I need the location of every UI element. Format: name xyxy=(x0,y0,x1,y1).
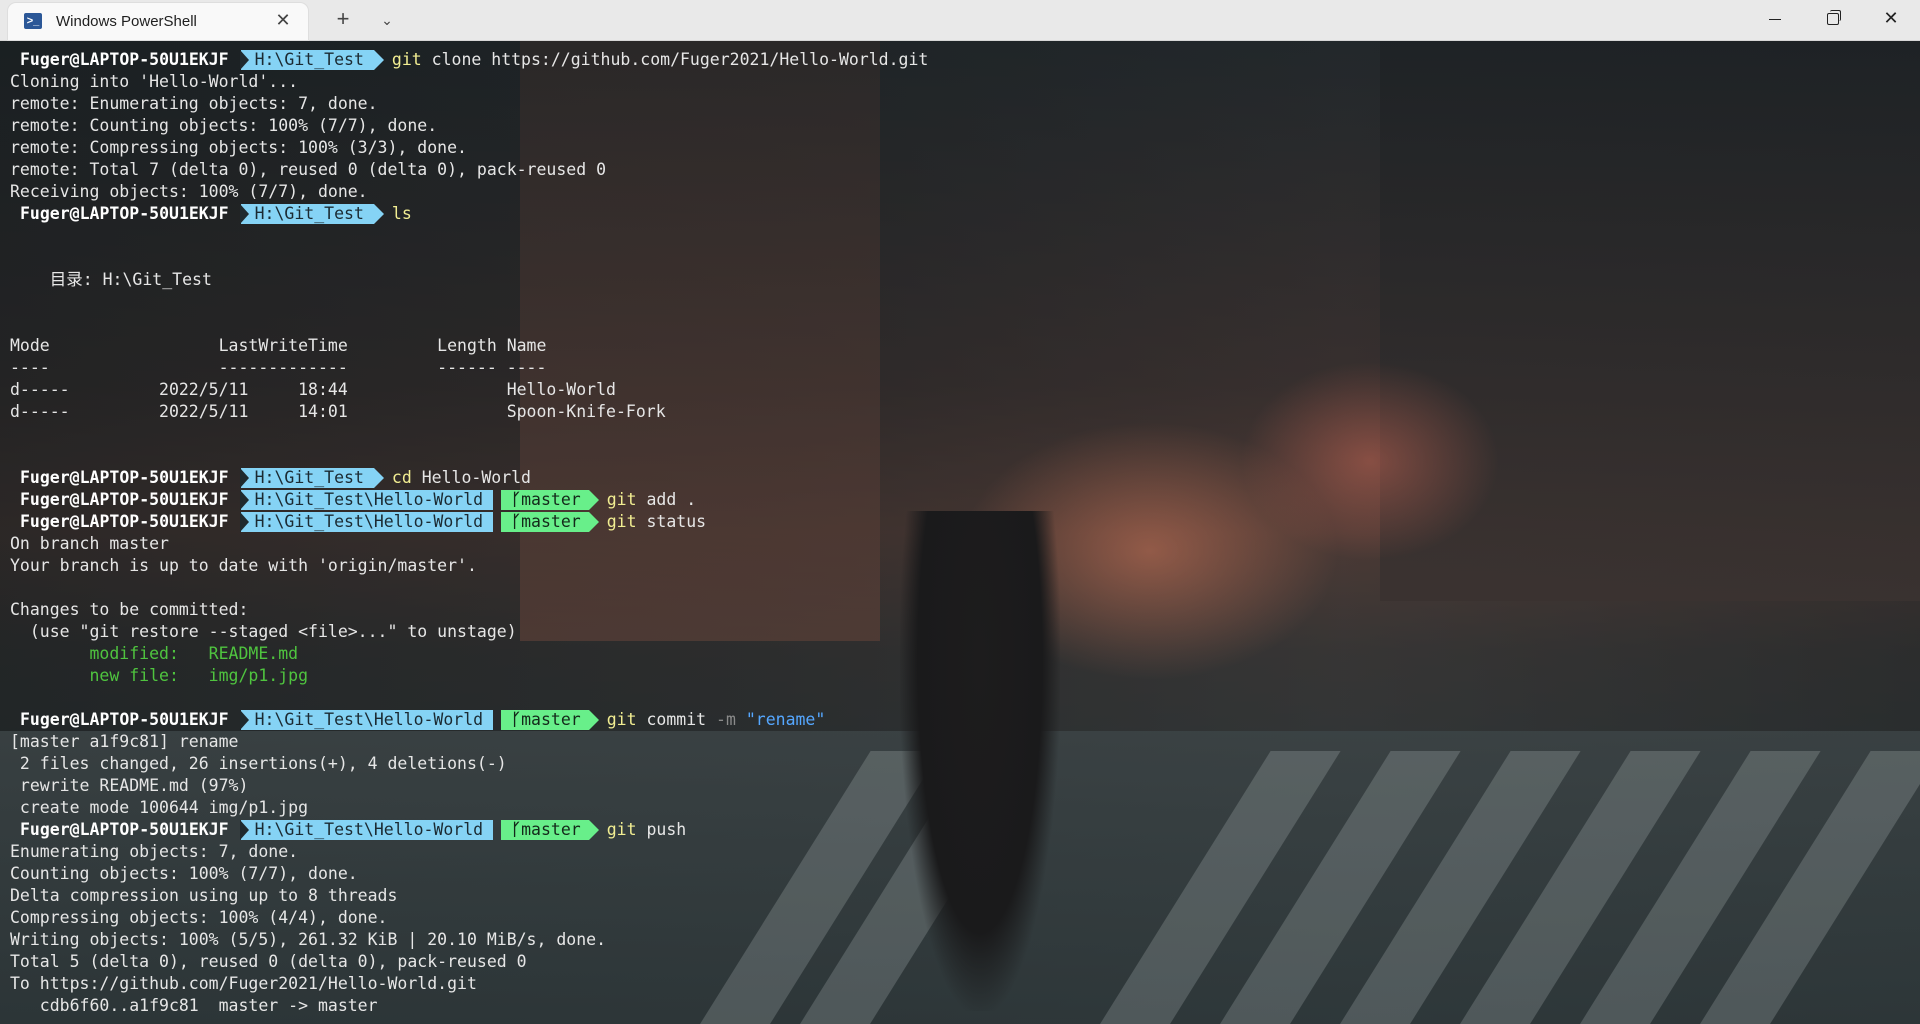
close-window-button[interactable]: ✕ xyxy=(1863,0,1919,38)
powershell-icon: >_ xyxy=(24,13,42,29)
command-flag: -m xyxy=(716,710,736,729)
close-tab-icon[interactable]: ✕ xyxy=(272,9,294,31)
output-line: remote: Counting objects: 100% (7/7), do… xyxy=(10,116,438,135)
git-branch-icon: ᚴ xyxy=(511,512,522,531)
tab-powershell[interactable]: >_ Windows PowerShell ✕ xyxy=(8,3,308,40)
prompt-user: Fuger@LAPTOP-50U1EKJF xyxy=(20,490,229,509)
output-line: Writing objects: 100% (5/5), 261.32 KiB … xyxy=(10,930,607,949)
output-line: remote: Enumerating objects: 7, done. xyxy=(10,94,378,113)
command: cd xyxy=(391,468,412,487)
branch-name: master xyxy=(521,820,581,839)
output-line: Cloning into 'Hello-World'... xyxy=(10,72,299,91)
git-branch-icon: ᚴ xyxy=(511,490,522,509)
branch-name: master xyxy=(521,512,581,531)
prompt-path: H:\Git_Test\Hello-World xyxy=(239,512,494,532)
prompt-user: Fuger@LAPTOP-50U1EKJF xyxy=(20,468,229,487)
branch-name: master xyxy=(521,490,581,509)
output-line: On branch master xyxy=(10,534,169,553)
prompt-line: Fuger@LAPTOP-50U1EKJF H:\Git_Test\Hello-… xyxy=(10,819,1920,841)
output-line: Changes to be committed: xyxy=(10,600,249,619)
output-line: Compressing objects: 100% (4/4), done. xyxy=(10,908,388,927)
directory-header: 目录: H:\Git_Test xyxy=(10,270,212,289)
prompt-user: Fuger@LAPTOP-50U1EKJF xyxy=(20,820,229,839)
output-line: cdb6f60..a1f9c81 master -> master xyxy=(10,996,378,1015)
command: git xyxy=(606,490,637,509)
prompt-line: Fuger@LAPTOP-50U1EKJF H:\Git_Test ls xyxy=(10,203,1920,225)
prompt-user: Fuger@LAPTOP-50U1EKJF xyxy=(20,710,229,729)
command-args: commit xyxy=(646,710,707,729)
output-line: Total 5 (delta 0), reused 0 (delta 0), p… xyxy=(10,952,527,971)
prompt-user: Fuger@LAPTOP-50U1EKJF xyxy=(20,50,229,69)
tab-title: Windows PowerShell xyxy=(56,13,197,30)
maximize-button[interactable] xyxy=(1805,0,1861,38)
prompt-branch: ᚴmaster xyxy=(501,710,599,730)
prompt-path: H:\Git_Test xyxy=(239,468,385,488)
prompt-branch: ᚴmaster xyxy=(501,820,599,840)
minimize-button[interactable] xyxy=(1747,0,1803,38)
terminal-output: Fuger@LAPTOP-50U1EKJF H:\Git_Test git cl… xyxy=(10,49,1920,1017)
prompt-branch: ᚴmaster xyxy=(501,490,599,510)
output-line: remote: Compressing objects: 100% (3/3),… xyxy=(10,138,467,157)
prompt-line: Fuger@LAPTOP-50U1EKJF H:\Git_Test\Hello-… xyxy=(10,489,1920,511)
output-line: create mode 100644 img/p1.jpg xyxy=(10,798,309,817)
command: git xyxy=(606,710,637,729)
command-args: status xyxy=(646,512,707,531)
commit-message: "rename" xyxy=(745,710,826,729)
output-line: 2 files changed, 26 insertions(+), 4 del… xyxy=(10,754,507,773)
output-line: Counting objects: 100% (7/7), done. xyxy=(10,864,358,883)
output-line: To https://github.com/Fuger2021/Hello-Wo… xyxy=(10,974,477,993)
command: git xyxy=(606,512,637,531)
prompt-line: Fuger@LAPTOP-50U1EKJF H:\Git_Test\Hello-… xyxy=(10,511,1920,533)
command-args: push xyxy=(646,820,687,839)
table-row: d----- 2022/5/11 14:01 Spoon-Knife-Fork xyxy=(10,402,666,421)
command-args: Hello-World xyxy=(421,468,531,487)
prompt-branch: ᚴmaster xyxy=(501,512,599,532)
output-line: Enumerating objects: 7, done. xyxy=(10,842,299,861)
git-branch-icon: ᚴ xyxy=(511,820,522,839)
new-tab-button[interactable]: + xyxy=(329,8,357,32)
prompt-line: Fuger@LAPTOP-50U1EKJF H:\Git_Test git cl… xyxy=(10,49,1920,71)
prompt-user: Fuger@LAPTOP-50U1EKJF xyxy=(20,512,229,531)
output-line: Your branch is up to date with 'origin/m… xyxy=(10,556,477,575)
command: ls xyxy=(391,204,412,223)
prompt-path: H:\Git_Test\Hello-World xyxy=(239,820,494,840)
output-line: Delta compression using up to 8 threads xyxy=(10,886,398,905)
output-line: (use "git restore --staged <file>..." to… xyxy=(10,622,517,641)
command: git xyxy=(391,50,422,69)
command-args: add . xyxy=(646,490,697,509)
tab-dropdown-chevron-icon[interactable]: ⌄ xyxy=(374,8,400,32)
prompt-path: H:\Git_Test\Hello-World xyxy=(239,710,494,730)
command-args: clone https://github.com/Fuger2021/Hello… xyxy=(431,50,929,69)
table-rule: ---- ------------- ------ ---- xyxy=(10,358,547,377)
prompt-line: Fuger@LAPTOP-50U1EKJF H:\Git_Test cd Hel… xyxy=(10,467,1920,489)
git-branch-icon: ᚴ xyxy=(511,710,522,729)
output-line: [master a1f9c81] rename xyxy=(10,732,239,751)
title-bar: >_ Windows PowerShell ✕ + ⌄ ✕ xyxy=(0,0,1920,41)
prompt-line: Fuger@LAPTOP-50U1EKJF H:\Git_Test\Hello-… xyxy=(10,709,1920,731)
staged-file: modified: README.md xyxy=(10,644,299,663)
prompt-user: Fuger@LAPTOP-50U1EKJF xyxy=(20,204,229,223)
prompt-path: H:\Git_Test xyxy=(239,204,385,224)
output-line: rewrite README.md (97%) xyxy=(10,776,249,795)
branch-name: master xyxy=(521,710,581,729)
command: git xyxy=(606,820,637,839)
output-line: Receiving objects: 100% (7/7), done. xyxy=(10,182,368,201)
minimize-icon xyxy=(1769,18,1781,20)
table-row: d----- 2022/5/11 18:44 Hello-World xyxy=(10,380,616,399)
prompt-path: H:\Git_Test xyxy=(239,50,385,70)
prompt-path: H:\Git_Test\Hello-World xyxy=(239,490,494,510)
restore-icon xyxy=(1827,10,1841,26)
staged-file: new file: img/p1.jpg xyxy=(10,666,309,685)
table-header: Mode LastWriteTime Length Name xyxy=(10,336,547,355)
terminal-pane[interactable]: Fuger@LAPTOP-50U1EKJF H:\Git_Test git cl… xyxy=(0,41,1920,1024)
output-line: remote: Total 7 (delta 0), reused 0 (del… xyxy=(10,160,607,179)
